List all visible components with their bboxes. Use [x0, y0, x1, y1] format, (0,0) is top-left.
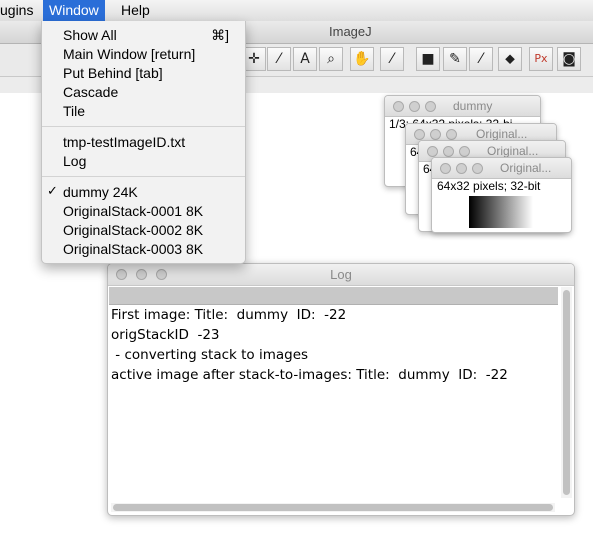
log-titlebar[interactable]: Log — [108, 264, 574, 286]
close-button[interactable] — [414, 129, 425, 140]
menu-item-tile[interactable]: Tile — [63, 102, 85, 120]
window-titlebar[interactable]: Original... — [432, 158, 571, 179]
log-line: - converting stack to images — [111, 347, 309, 363]
menu-item-show-all[interactable]: Show All — [63, 26, 117, 44]
menu-separator — [42, 176, 245, 177]
log-window[interactable]: Log First image: Title: dummy ID: -22 or… — [107, 263, 575, 516]
menu-separator — [42, 126, 245, 127]
flood-fill-icon[interactable]: ⬥ — [498, 47, 522, 71]
zoom-button[interactable] — [446, 129, 457, 140]
menu-item-log[interactable]: Log — [63, 152, 86, 170]
brush-icon[interactable]: ⁄ — [469, 47, 493, 71]
imagej-title: ImageJ — [329, 24, 372, 39]
menu-item-dummy[interactable]: dummy 24K — [63, 183, 138, 201]
menu-item-stack-3[interactable]: OriginalStack-0003 8K — [63, 240, 203, 258]
log-title: Log — [330, 267, 352, 282]
minimize-button[interactable] — [443, 146, 454, 157]
px-icon[interactable]: Px — [529, 47, 553, 71]
window-menu-dropdown: Show All ⌘] Main Window [return] Put Beh… — [41, 21, 246, 264]
menu-plugins[interactable]: ugins — [0, 0, 39, 21]
menu-item-put-behind[interactable]: Put Behind [tab] — [63, 64, 163, 82]
camera-icon[interactable]: ◙ — [557, 47, 581, 71]
vertical-scrollbar[interactable] — [561, 287, 572, 498]
scrollbar-thumb[interactable] — [113, 504, 553, 511]
menu-item-stack-1[interactable]: OriginalStack-0001 8K — [63, 202, 203, 220]
menu-item-main-window[interactable]: Main Window [return] — [63, 45, 195, 63]
log-line: origStackID -23 — [111, 327, 220, 343]
window-titlebar[interactable]: dummy — [385, 96, 540, 117]
minimize-button[interactable] — [456, 163, 467, 174]
zoom-button[interactable] — [472, 163, 483, 174]
window-title: dummy — [453, 99, 493, 113]
menu-help[interactable]: Help — [115, 0, 156, 21]
horizontal-scrollbar[interactable] — [111, 503, 555, 512]
log-line: First image: Title: dummy ID: -22 — [111, 307, 347, 323]
window-title: Original... — [476, 127, 528, 141]
checkmark-icon: ✓ — [47, 184, 58, 199]
text-icon[interactable]: A — [293, 47, 317, 71]
shortcut-label: ⌘] — [211, 27, 229, 43]
window-title: Original... — [487, 144, 539, 158]
image-canvas[interactable] — [469, 196, 533, 228]
pencil-icon[interactable]: ✎ — [443, 47, 467, 71]
menu-item-cascade[interactable]: Cascade — [63, 83, 118, 101]
close-button[interactable] — [427, 146, 438, 157]
image-window-original-3[interactable]: Original... 64x32 pixels; 32-bit — [431, 157, 572, 233]
color-swatch-icon[interactable]: ■ — [416, 47, 440, 71]
zoom-button[interactable] — [459, 146, 470, 157]
hand-icon[interactable]: ✋ — [350, 47, 374, 71]
dropper-icon[interactable]: ⁄ — [380, 47, 404, 71]
minimize-button[interactable] — [409, 101, 420, 112]
menu-item-stack-2[interactable]: OriginalStack-0002 8K — [63, 221, 203, 239]
menu-bar: ugins Window Help — [0, 0, 593, 22]
magnifier-icon[interactable]: ⌕ — [319, 47, 343, 71]
scrollbar-thumb[interactable] — [563, 290, 570, 495]
menu-window[interactable]: Window — [43, 0, 105, 21]
log-line: active image after stack-to-images: Titl… — [111, 367, 508, 383]
close-button[interactable] — [393, 101, 404, 112]
log-text-area[interactable]: First image: Title: dummy ID: -22 origSt… — [111, 305, 508, 385]
window-title: Original... — [500, 161, 552, 175]
menu-item-tmp-file[interactable]: tmp-testImageID.txt — [63, 133, 185, 151]
image-info: 64x32 pixels; 32-bit — [437, 179, 541, 193]
log-column-header — [109, 287, 558, 305]
zoom-button[interactable] — [425, 101, 436, 112]
minimize-button[interactable] — [430, 129, 441, 140]
close-button[interactable] — [440, 163, 451, 174]
wand-icon[interactable]: ⁄ — [267, 47, 291, 71]
